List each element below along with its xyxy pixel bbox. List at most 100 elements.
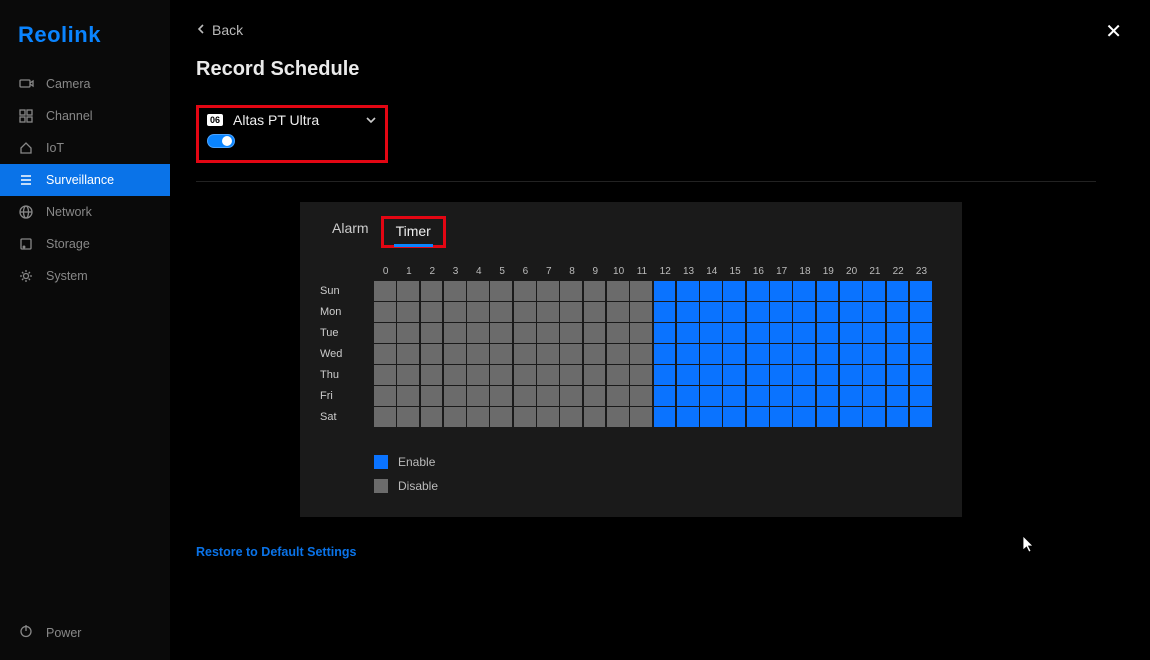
schedule-cell[interactable] <box>490 281 512 301</box>
schedule-cell[interactable] <box>723 281 745 301</box>
schedule-cell[interactable] <box>863 365 885 385</box>
schedule-cell[interactable] <box>770 281 792 301</box>
sidebar-item-surveillance[interactable]: Surveillance <box>0 164 170 196</box>
schedule-cell[interactable] <box>374 323 396 343</box>
schedule-cell[interactable] <box>910 323 932 343</box>
sidebar-item-system[interactable]: System <box>0 260 170 292</box>
schedule-cell[interactable] <box>444 302 466 322</box>
schedule-cell[interactable] <box>397 365 419 385</box>
schedule-cell[interactable] <box>607 344 629 364</box>
schedule-cell[interactable] <box>560 281 582 301</box>
schedule-cell[interactable] <box>747 323 769 343</box>
schedule-cell[interactable] <box>747 386 769 406</box>
schedule-cell[interactable] <box>421 386 443 406</box>
schedule-cell[interactable] <box>700 344 722 364</box>
schedule-cell[interactable] <box>817 386 839 406</box>
schedule-cell[interactable] <box>793 323 815 343</box>
schedule-cell[interactable] <box>863 323 885 343</box>
back-button[interactable]: Back <box>196 22 1110 38</box>
schedule-cell[interactable] <box>630 302 652 322</box>
schedule-cell[interactable] <box>374 407 396 427</box>
schedule-cell[interactable] <box>863 302 885 322</box>
schedule-cell[interactable] <box>444 386 466 406</box>
schedule-cell[interactable] <box>560 365 582 385</box>
schedule-cell[interactable] <box>397 386 419 406</box>
schedule-cell[interactable] <box>817 302 839 322</box>
schedule-cell[interactable] <box>607 365 629 385</box>
schedule-cell[interactable] <box>490 302 512 322</box>
schedule-cell[interactable] <box>374 281 396 301</box>
schedule-cell[interactable] <box>421 365 443 385</box>
schedule-cell[interactable] <box>467 407 489 427</box>
schedule-cell[interactable] <box>723 386 745 406</box>
sidebar-item-camera[interactable]: Camera <box>0 68 170 100</box>
schedule-cell[interactable] <box>584 365 606 385</box>
schedule-cell[interactable] <box>584 344 606 364</box>
schedule-cell[interactable] <box>467 365 489 385</box>
schedule-cell[interactable] <box>887 323 909 343</box>
schedule-cell[interactable] <box>421 323 443 343</box>
schedule-cell[interactable] <box>770 386 792 406</box>
schedule-cell[interactable] <box>840 302 862 322</box>
schedule-cell[interactable] <box>793 281 815 301</box>
schedule-cell[interactable] <box>723 365 745 385</box>
schedule-cell[interactable] <box>537 344 559 364</box>
schedule-cell[interactable] <box>723 407 745 427</box>
schedule-cell[interactable] <box>677 281 699 301</box>
schedule-cell[interactable] <box>444 407 466 427</box>
schedule-cell[interactable] <box>607 302 629 322</box>
schedule-cell[interactable] <box>467 281 489 301</box>
schedule-cell[interactable] <box>397 281 419 301</box>
sidebar-item-channel[interactable]: Channel <box>0 100 170 132</box>
schedule-cell[interactable] <box>887 386 909 406</box>
schedule-cell[interactable] <box>490 323 512 343</box>
schedule-cell[interactable] <box>770 407 792 427</box>
schedule-cell[interactable] <box>840 323 862 343</box>
schedule-cell[interactable] <box>444 344 466 364</box>
schedule-cell[interactable] <box>747 281 769 301</box>
schedule-cell[interactable] <box>654 407 676 427</box>
schedule-cell[interactable] <box>584 386 606 406</box>
schedule-cell[interactable] <box>887 344 909 364</box>
schedule-cell[interactable] <box>537 281 559 301</box>
schedule-cell[interactable] <box>467 386 489 406</box>
schedule-cell[interactable] <box>817 281 839 301</box>
schedule-cell[interactable] <box>723 323 745 343</box>
schedule-cell[interactable] <box>374 302 396 322</box>
schedule-cell[interactable] <box>537 407 559 427</box>
schedule-cell[interactable] <box>421 344 443 364</box>
schedule-cell[interactable] <box>654 281 676 301</box>
schedule-cell[interactable] <box>630 365 652 385</box>
schedule-cell[interactable] <box>723 302 745 322</box>
schedule-cell[interactable] <box>793 365 815 385</box>
schedule-cell[interactable] <box>584 323 606 343</box>
restore-link[interactable]: Restore to Default Settings <box>196 545 1110 559</box>
schedule-cell[interactable] <box>817 407 839 427</box>
schedule-cell[interactable] <box>747 302 769 322</box>
schedule-cell[interactable] <box>630 281 652 301</box>
schedule-cell[interactable] <box>700 407 722 427</box>
schedule-cell[interactable] <box>560 407 582 427</box>
schedule-cell[interactable] <box>421 407 443 427</box>
tab-alarm[interactable]: Alarm <box>320 216 381 242</box>
schedule-cell[interactable] <box>397 407 419 427</box>
schedule-cell[interactable] <box>490 344 512 364</box>
schedule-cell[interactable] <box>677 365 699 385</box>
schedule-cell[interactable] <box>584 281 606 301</box>
schedule-cell[interactable] <box>467 302 489 322</box>
power-button[interactable]: Power <box>0 605 170 660</box>
schedule-cell[interactable] <box>910 386 932 406</box>
schedule-cell[interactable] <box>700 302 722 322</box>
schedule-cell[interactable] <box>817 365 839 385</box>
schedule-cell[interactable] <box>514 344 536 364</box>
schedule-cell[interactable] <box>397 344 419 364</box>
schedule-cell[interactable] <box>514 323 536 343</box>
schedule-cell[interactable] <box>514 365 536 385</box>
schedule-cell[interactable] <box>584 302 606 322</box>
schedule-cell[interactable] <box>723 344 745 364</box>
schedule-cell[interactable] <box>770 365 792 385</box>
close-button[interactable]: ✕ <box>1105 22 1122 42</box>
schedule-cell[interactable] <box>770 323 792 343</box>
schedule-cell[interactable] <box>677 302 699 322</box>
schedule-cell[interactable] <box>537 365 559 385</box>
